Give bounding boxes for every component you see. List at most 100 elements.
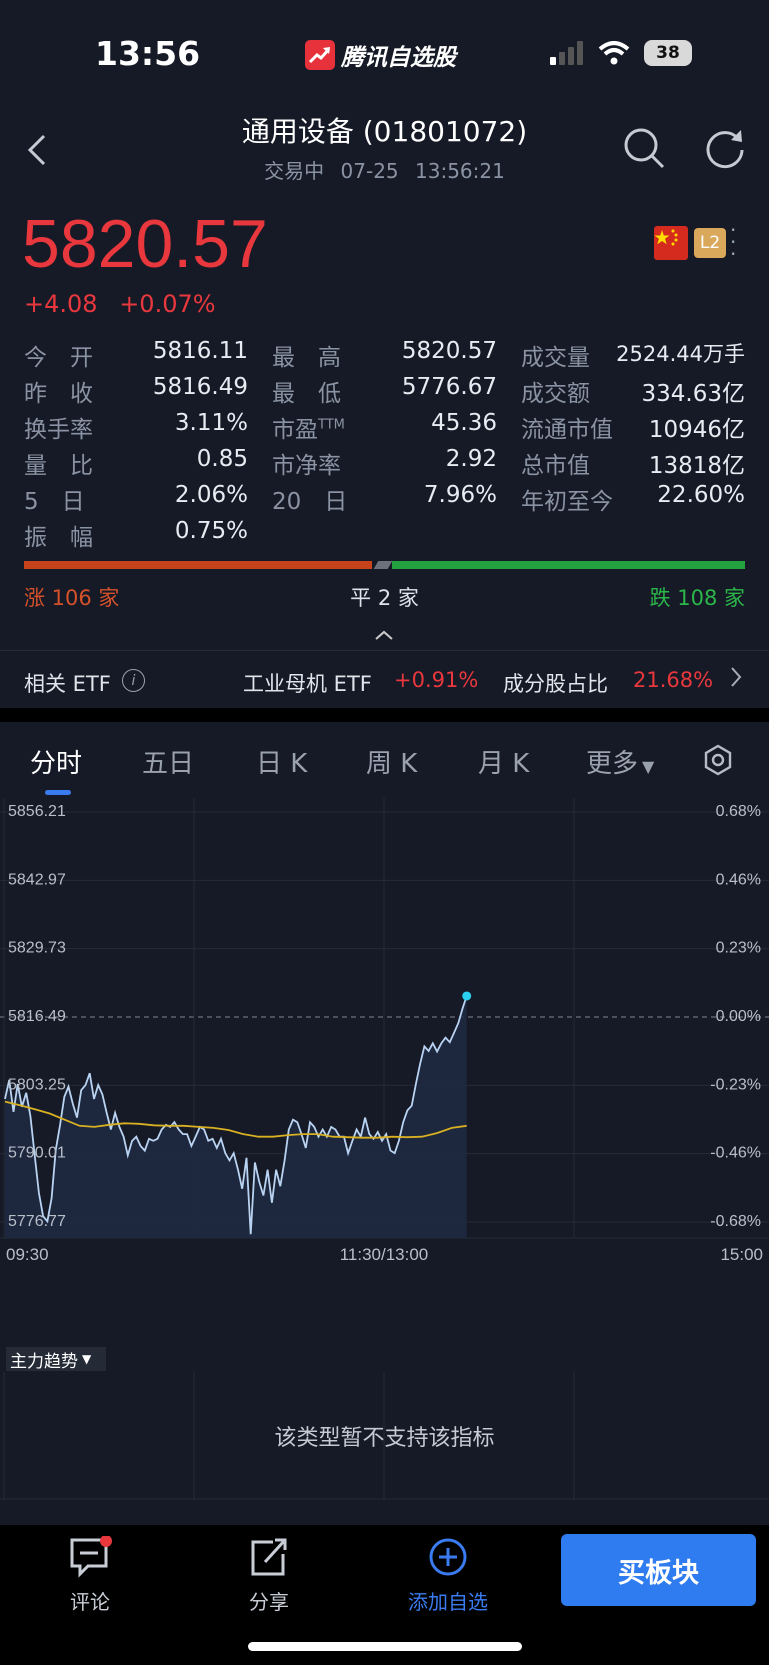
decliners-bar (392, 561, 745, 569)
china-flag-icon (654, 226, 688, 260)
etf-name: 工业母机 ETF (243, 672, 372, 696)
etf-weight-label: 成分股占比 (503, 672, 608, 696)
stat-amplitude: 0.75% (174, 518, 248, 544)
comment-icon (70, 1536, 112, 1578)
share-icon (251, 1538, 287, 1576)
stat-open: 5816.11 (152, 338, 248, 364)
home-indicator (248, 1642, 522, 1651)
chevron-up-icon[interactable] (372, 628, 396, 642)
pct-tick-label: 0.68% (716, 803, 761, 820)
status-time: 13:56 (95, 34, 201, 73)
caret-down-icon: ▼ (82, 1352, 92, 1366)
buy-sector-button[interactable]: 买板块 (561, 1534, 756, 1606)
stat-pb-label: 市净率 (272, 453, 341, 479)
tab-more[interactable]: 更多 ▼ (586, 743, 654, 780)
change-percent: +0.07% (119, 290, 216, 318)
add-watchlist-label: 添加自选 (408, 1590, 488, 1614)
pct-tick-label: 0.00% (716, 1008, 761, 1025)
x-tick-label: 11:30/13:00 (340, 1245, 429, 1264)
settings-button[interactable] (702, 744, 734, 776)
status-app-name: 腾讯自选股 (305, 38, 456, 72)
wifi-icon (598, 41, 630, 65)
stat-five-day-label: 5 日 (24, 489, 85, 515)
etf-weight: 21.68% (633, 668, 714, 692)
section-divider (0, 708, 769, 722)
stat-amount: 334.63亿 (641, 381, 745, 407)
stat-pe-label: 市盈TTM (272, 410, 345, 444)
current-price: 5820.57 (22, 206, 268, 282)
search-button[interactable] (622, 126, 666, 170)
app-name-label: 腾讯自选股 (341, 45, 456, 71)
pct-tick-label: 0.23% (716, 940, 761, 957)
stat-volume: 2524.44万手 (616, 342, 745, 366)
price-change: +4.08 +0.07% (24, 290, 216, 318)
stat-high: 5820.57 (401, 338, 497, 364)
stat-float-cap: 10946亿 (648, 417, 745, 443)
stat-pb: 2.92 (445, 446, 497, 472)
add-watchlist-button[interactable]: 添加自选 (398, 1536, 498, 1615)
tab-five-day[interactable]: 五日 (142, 743, 194, 780)
x-tick-label: 15:00 (720, 1245, 763, 1264)
share-button[interactable]: 分享 (229, 1536, 309, 1615)
tab-monthly-k[interactable]: 月 K (478, 743, 529, 780)
info-icon[interactable]: i (122, 669, 145, 692)
add-circle-icon (429, 1538, 467, 1576)
last-price-dot (462, 991, 472, 1001)
y-tick-label: 5829.73 (8, 940, 66, 957)
tab-intraday[interactable]: 分时 (30, 743, 82, 780)
indicator-unsupported-message: 该类型暂不支持该指标 (274, 1426, 495, 1451)
stat-volume-ratio: 0.85 (196, 446, 248, 472)
tab-weekly-k[interactable]: 周 K (366, 743, 417, 780)
stat-volume-ratio-label: 量 比 (24, 453, 93, 479)
refresh-button[interactable] (703, 126, 747, 170)
stat-prev-close: 5816.49 (152, 374, 248, 400)
stat-total-cap-label: 总市值 (521, 453, 590, 479)
stat-amount-label: 成交额 (521, 381, 590, 407)
stat-pe: 45.36 (431, 410, 497, 436)
stat-turnover: 3.11% (174, 410, 248, 436)
y-tick-label: 5790.01 (8, 1145, 66, 1162)
pct-tick-label: -0.23% (710, 1076, 761, 1093)
battery-icon: 38 (644, 40, 692, 66)
stat-pe-label-text: 市盈 (272, 417, 318, 443)
stat-volume-label: 成交量 (521, 345, 590, 371)
indicator-select[interactable]: 主力趋势 ▼ (6, 1347, 106, 1372)
change-value: +4.08 (24, 290, 98, 318)
y-tick-label: 5856.21 (8, 803, 66, 820)
active-tab-indicator (45, 790, 71, 795)
stat-high-label: 最 高 (272, 345, 341, 371)
related-etf-label: 相关 ETF (24, 672, 111, 696)
more-options-icon[interactable]: · · · (730, 220, 736, 264)
stat-five-day: 2.06% (174, 482, 248, 508)
stat-prev-close-label: 昨 收 (24, 381, 93, 407)
comment-label: 评论 (70, 1590, 110, 1614)
x-tick-label: 09:30 (6, 1245, 49, 1264)
intraday-chart[interactable]: 5856.21 0.68% 5842.97 0.46% 5829.73 0.23% 5816… (0, 798, 769, 1338)
y-tick-label: 5803.25 (8, 1076, 66, 1093)
y-tick-label: 5842.97 (8, 871, 66, 888)
level2-badge[interactable]: L2 (694, 228, 726, 258)
stat-total-cap: 13818亿 (648, 453, 745, 479)
stat-pe-ttm: TTM (318, 417, 345, 433)
etf-change: +0.91% (394, 668, 479, 692)
stat-ytd-label: 年初至今 (521, 489, 613, 515)
stat-twenty-day-label: 20 日 (272, 489, 348, 515)
tab-more-label: 更多 (586, 749, 639, 779)
status-indicators: 38 (550, 40, 692, 66)
stat-low-label: 最 低 (272, 381, 341, 407)
share-label: 分享 (249, 1590, 289, 1614)
y-tick-label: 5776.77 (8, 1213, 66, 1230)
unchanged-bar (373, 561, 393, 569)
stat-amplitude-label: 振 幅 (24, 525, 93, 551)
comment-button[interactable]: 评论 (50, 1536, 130, 1615)
chevron-right-icon[interactable] (728, 664, 744, 690)
stat-ytd: 22.60% (657, 482, 745, 508)
price-area (5, 995, 467, 1238)
stat-open-label: 今 开 (24, 345, 93, 371)
stat-turnover-label: 换手率 (24, 417, 93, 443)
app-logo-icon (305, 40, 335, 70)
cellular-signal-icon (550, 41, 583, 65)
tab-daily-k[interactable]: 日 K (256, 743, 307, 780)
caret-down-icon: ▼ (642, 757, 655, 776)
pct-tick-label: -0.46% (710, 1145, 761, 1162)
